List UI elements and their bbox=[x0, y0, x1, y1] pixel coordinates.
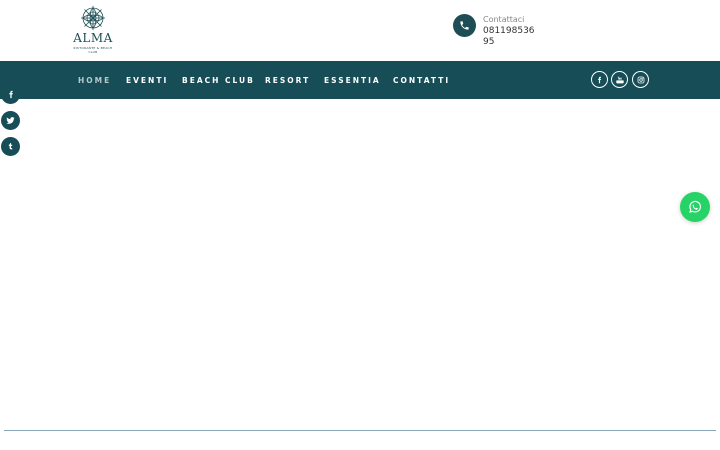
nav-item-essentia[interactable]: ESSENTIA bbox=[324, 76, 381, 85]
nav-item-contatti[interactable]: CONTATTI bbox=[393, 76, 450, 85]
content-divider bbox=[4, 430, 716, 431]
contact-phone-link[interactable]: 08119853695 bbox=[483, 26, 539, 48]
nav-item-eventi[interactable]: EVENTI bbox=[126, 76, 168, 85]
nav-item-home[interactable]: HOME bbox=[78, 76, 111, 85]
logo-tagline: RISTORANTE & BEACH CLUB bbox=[73, 46, 113, 54]
side-facebook-icon[interactable] bbox=[1, 85, 20, 104]
instagram-icon[interactable] bbox=[632, 71, 649, 88]
nav-item-resort[interactable]: RESORT bbox=[265, 76, 310, 85]
phone-icon[interactable] bbox=[453, 14, 476, 37]
nav-item-beach-club[interactable]: BEACH CLUB bbox=[182, 76, 255, 85]
facebook-icon[interactable] bbox=[591, 71, 608, 88]
side-twitter-icon[interactable] bbox=[1, 111, 20, 130]
contact-label: Contattaci bbox=[483, 15, 525, 24]
youtube-icon[interactable] bbox=[611, 71, 628, 88]
site-header: ALMA RISTORANTE & BEACH CLUB Contattaci … bbox=[0, 0, 720, 62]
logo-wordmark: ALMA bbox=[73, 31, 113, 45]
whatsapp-icon[interactable] bbox=[680, 192, 710, 222]
side-tumblr-icon[interactable] bbox=[1, 137, 20, 156]
